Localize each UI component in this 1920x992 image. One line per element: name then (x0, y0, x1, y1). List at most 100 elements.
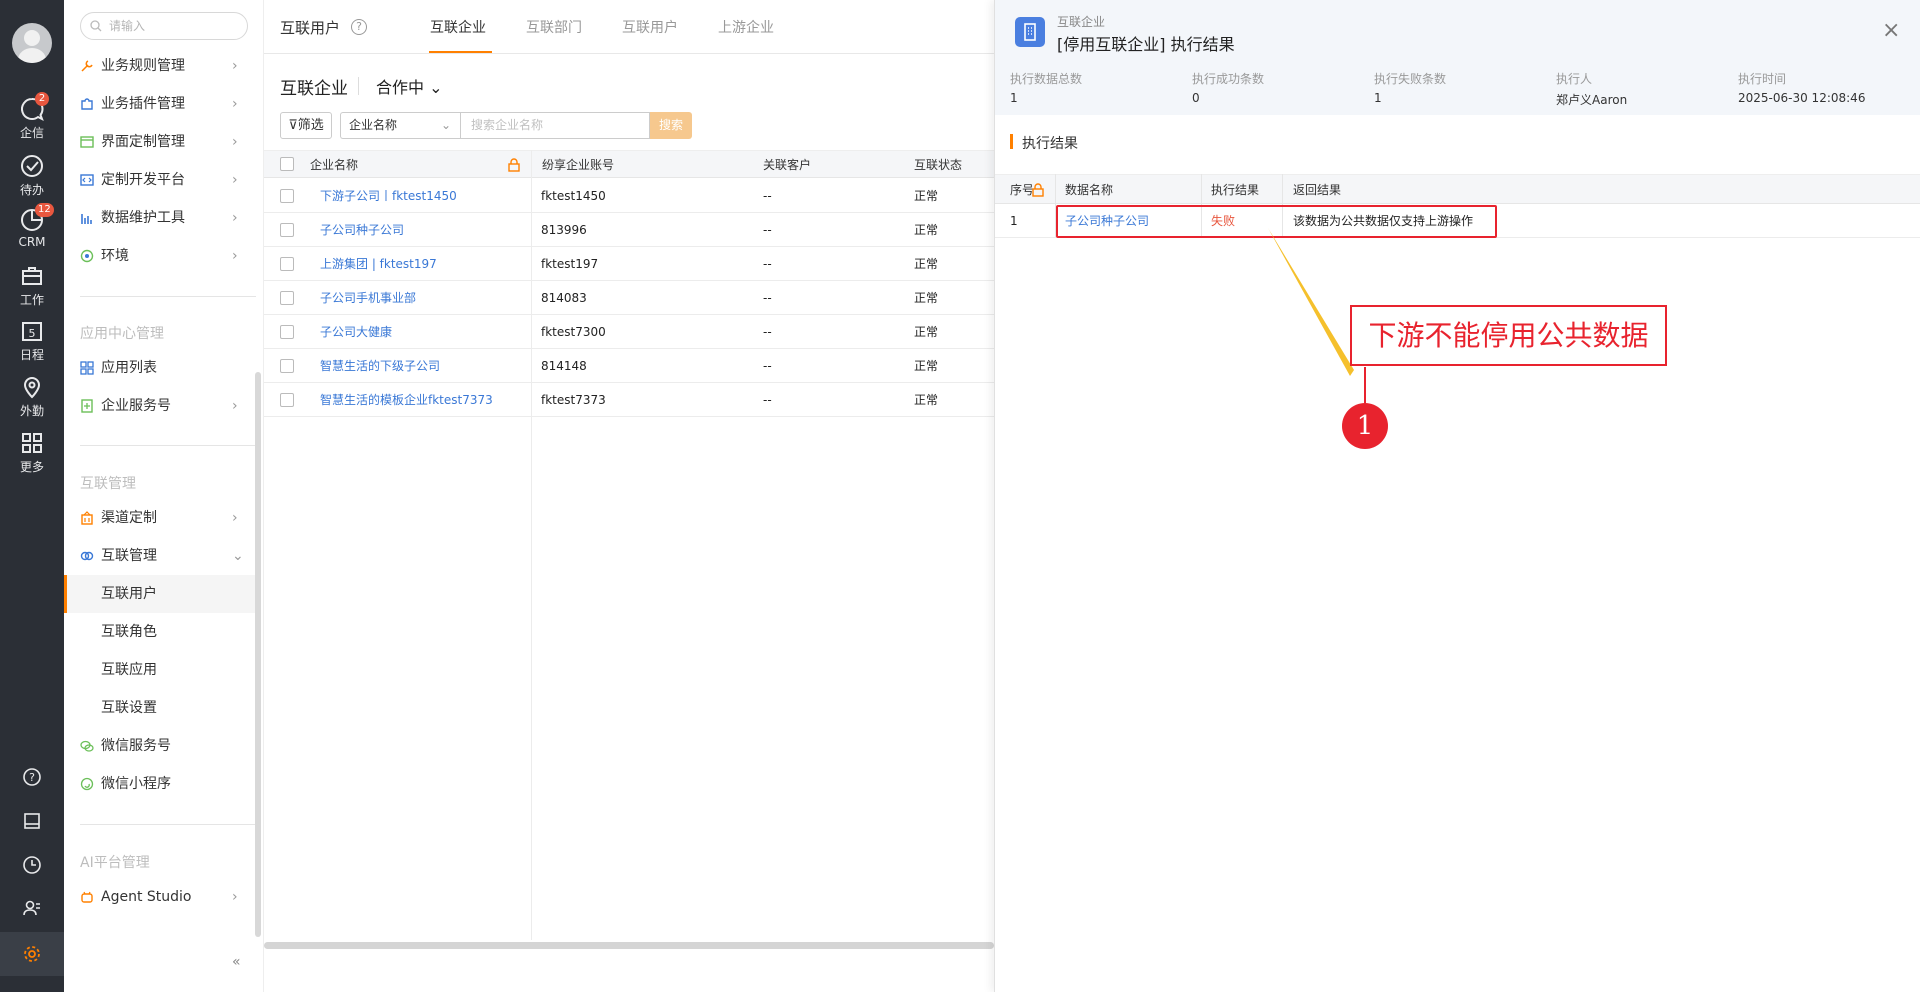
tab-users[interactable]: 互联用户 (622, 17, 678, 37)
enterprise-name-link[interactable]: 上游集团 | fktest197 (320, 247, 437, 280)
table-row[interactable]: 上游集团 | fktest197 fktest197 -- 正常 (264, 247, 994, 281)
rail-item-crm[interactable]: 12 CRM (0, 203, 64, 257)
row-checkbox[interactable] (280, 325, 294, 339)
enterprise-name-link[interactable]: 下游子公司丨fktest1450 (320, 179, 457, 212)
menu-scrollbar[interactable] (255, 372, 261, 937)
table-row[interactable]: 智慧生活的下级子公司 814148 -- 正常 (264, 349, 994, 383)
account-cell: 813996 (541, 223, 587, 237)
history-rail-button[interactable] (0, 855, 64, 885)
tab-upstream[interactable]: 上游企业 (718, 17, 774, 37)
menu-subitem-settings[interactable]: 互联设置 (64, 689, 256, 727)
row-checkbox[interactable] (280, 359, 294, 373)
enterprise-name-link[interactable]: 子公司手机事业部 (320, 281, 416, 314)
grid-icon (22, 433, 42, 453)
menu-item-app-list[interactable]: 应用列表 (64, 350, 256, 386)
menu-subitem-users[interactable]: 互联用户 (64, 575, 256, 613)
frozen-column-divider (531, 150, 532, 940)
menu-subitem-apps[interactable]: 互联应用 (64, 651, 256, 689)
column-header: 数据名称 (1065, 183, 1114, 197)
robot-icon (81, 891, 93, 903)
tab-enterprises[interactable]: 互联企业 (430, 17, 486, 37)
menu-subitem-roles[interactable]: 互联角色 (64, 613, 256, 651)
filter-button[interactable]: ⊽筛选 (280, 112, 332, 139)
row-checkbox[interactable] (280, 393, 294, 407)
table-row[interactable]: 子公司种子公司 813996 -- 正常 (264, 213, 994, 247)
enterprise-name-link[interactable]: 智慧生活的模板企业fktest7373 (320, 383, 493, 416)
customer-cell: -- (763, 223, 772, 237)
column-header[interactable]: 关联客户 (763, 151, 811, 177)
search-placeholder: 请输入 (109, 19, 146, 33)
customer-cell: -- (763, 393, 772, 407)
menu-item-agent-studio[interactable]: Agent Studio › (64, 879, 256, 915)
menu-item-dev-platform[interactable]: 定制开发平台 › (64, 162, 256, 198)
row-checkbox[interactable] (280, 257, 294, 271)
link-rings-icon (80, 551, 94, 561)
menu-label: 业务插件管理 (101, 96, 185, 112)
search-field-select[interactable]: 企业名称 ⌄ (340, 112, 460, 139)
close-icon[interactable]: × (1882, 18, 1900, 43)
column-header[interactable]: 纷享企业账号 (542, 151, 614, 177)
menu-search-input[interactable]: 请输入 (80, 12, 248, 40)
search-button[interactable]: 搜索 (650, 112, 692, 139)
top-tab-bar: 互联用户 ? 互联企业 互联部门 互联用户 上游企业 (264, 0, 994, 54)
annotation-pointer (1268, 228, 1366, 403)
column-header[interactable]: 企业名称 (310, 151, 358, 177)
clock-icon (23, 856, 41, 874)
table-row[interactable]: 子公司大健康 fktest7300 -- 正常 (264, 315, 994, 349)
status-filter-dropdown[interactable]: 合作中 ⌄ (376, 74, 443, 98)
settings-rail-button[interactable] (0, 932, 64, 976)
tab-departments[interactable]: 互联部门 (526, 17, 582, 37)
menu-item-ui-custom[interactable]: 界面定制管理 › (64, 124, 256, 160)
menu-item-wechat-mini[interactable]: 微信小程序 (64, 766, 256, 802)
keyword-search-input[interactable]: 搜索企业名称 (460, 112, 650, 139)
row-checkbox[interactable] (280, 189, 294, 203)
menu-label: Agent Studio (101, 889, 192, 905)
enterprise-name-link[interactable]: 子公司大健康 (320, 315, 392, 348)
menu-item-interconnect[interactable]: 互联管理 ⌄ (64, 538, 256, 574)
enterprise-name-link[interactable]: 子公司种子公司 (320, 213, 404, 246)
menu-item-service-account[interactable]: 企业服务号 › (64, 388, 256, 424)
rail-label: 更多 (19, 460, 44, 474)
stat-label: 执行时间 (1738, 72, 1787, 86)
status-cell: 正常 (914, 257, 939, 271)
account-cell: fktest7373 (541, 393, 606, 407)
contacts-rail-button[interactable] (0, 898, 64, 928)
table-horizontal-scrollbar[interactable] (264, 942, 994, 949)
notes-rail-button[interactable] (0, 811, 64, 841)
lock-icon (1032, 183, 1044, 197)
status-cell: 正常 (914, 291, 939, 305)
search-field-value: 企业名称 (349, 118, 398, 132)
enterprise-name-link[interactable]: 智慧生活的下级子公司 (320, 349, 440, 382)
select-all-checkbox[interactable] (280, 157, 294, 171)
menu-item-wechat-service[interactable]: 微信服务号 (64, 728, 256, 764)
avatar[interactable] (12, 23, 52, 63)
rail-item-todo[interactable]: 待办 (0, 153, 64, 203)
menu-section-interconnect: 互联管理 (80, 476, 136, 492)
table-row[interactable]: 子公司手机事业部 814083 -- 正常 (264, 281, 994, 315)
filter-label: 筛选 (297, 118, 324, 133)
menu-item-plugins[interactable]: 业务插件管理 › (64, 86, 256, 122)
column-header[interactable]: 互联状态 (914, 151, 962, 177)
row-checkbox[interactable] (280, 223, 294, 237)
customer-cell: -- (763, 189, 772, 203)
menu-item-business-rules[interactable]: 业务规则管理 › (64, 48, 256, 84)
menu-item-channel[interactable]: 渠道定制 › (64, 500, 256, 536)
page-title: 互联用户 (280, 19, 341, 37)
menu-item-data-tools[interactable]: 数据维护工具 › (64, 200, 256, 236)
chevron-right-icon: › (232, 210, 238, 226)
rail-item-field[interactable]: 外勤 (0, 374, 64, 424)
rail-item-chat[interactable]: 2 企信 (0, 92, 64, 146)
rail-item-more[interactable]: 更多 (0, 430, 64, 480)
row-checkbox[interactable] (280, 291, 294, 305)
menu-label: 企业服务号 (101, 398, 171, 414)
help-icon[interactable]: ? (351, 19, 367, 35)
collapse-menu-button[interactable]: « (232, 954, 241, 970)
rail-item-work[interactable]: 工作 (0, 263, 64, 313)
stat-time: 执行时间 2025-06-30 12:08:46 (1738, 70, 1865, 105)
table-row[interactable]: 下游子公司丨fktest1450 fktest1450 -- 正常 (264, 179, 994, 213)
table-row[interactable]: 智慧生活的模板企业fktest7373 fktest7373 -- 正常 (264, 383, 994, 417)
help-rail-button[interactable]: ? (0, 767, 64, 797)
menu-item-environment[interactable]: 环境 › (64, 238, 256, 274)
drawer-header: 互联企业 [停用互联企业] 执行结果 × 执行数据总数 1 执行成功条数 0 执行失… (995, 0, 1920, 115)
rail-item-calendar[interactable]: 5 日程 (0, 318, 64, 368)
